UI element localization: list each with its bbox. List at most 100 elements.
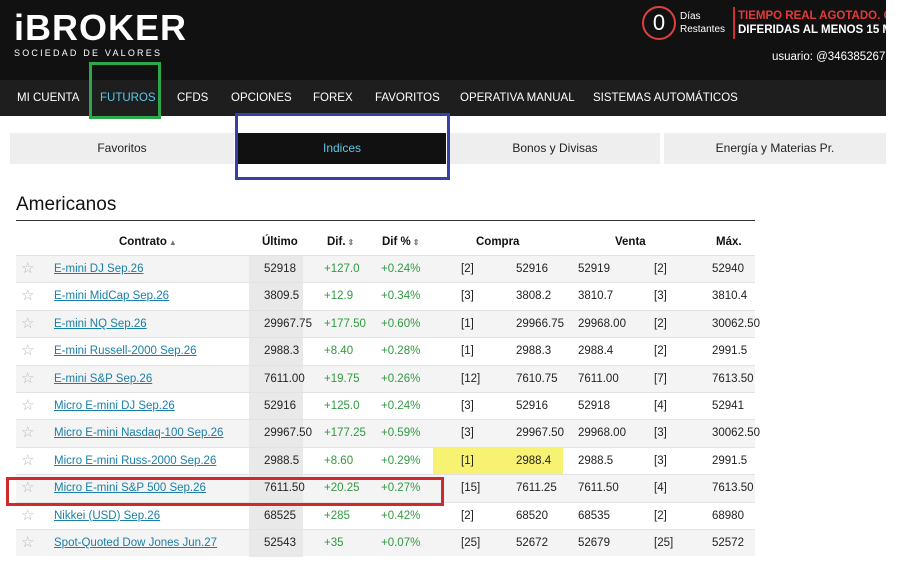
days-counter: 0 <box>642 6 676 40</box>
cell-pct: +0.42% <box>381 509 421 522</box>
contract-link[interactable]: E-mini NQ Sep.26 <box>54 311 147 338</box>
cell-bid: 7610.75 <box>516 372 558 385</box>
col-compra[interactable]: Compra <box>476 229 519 255</box>
cell-bid: 29966.75 <box>516 317 564 330</box>
logo-subtitle: SOCIEDAD DE VALORES <box>14 48 163 58</box>
col-max[interactable]: Máx. <box>716 229 742 255</box>
contract-link[interactable]: Spot-Quoted Dow Jones Jun.27 <box>54 530 217 557</box>
nav-sistemas-automaticos[interactable]: SISTEMAS AUTOMÁTICOS <box>593 80 738 116</box>
col-difpct[interactable]: Dif % ⇕ <box>382 229 419 255</box>
days-label-line-2: Restantes <box>680 24 726 35</box>
cell-max: 52572 <box>712 536 744 549</box>
favorite-star-icon[interactable]: ☆ <box>21 425 34 441</box>
contract-link[interactable]: Nikkei (USD) Sep.26 <box>54 503 160 530</box>
tab-favoritos[interactable]: Favoritos <box>10 133 234 164</box>
cell-aq: [2] <box>654 263 667 275</box>
favorite-star-icon[interactable]: ☆ <box>21 261 34 277</box>
favorite-star-icon[interactable]: ☆ <box>21 288 34 304</box>
table-body: ☆ E-mini DJ Sep.26 52918 +127.0 +0.24% [2] 529… <box>16 255 760 557</box>
cell-ask: 2988.5 <box>578 454 614 467</box>
cell-dif: +285 <box>324 509 350 522</box>
cell-last: 29967.50 <box>264 427 312 440</box>
nav-operativa-manual[interactable]: OPERATIVA MANUAL <box>460 80 575 116</box>
cell-bid: 29967.50 <box>516 427 564 440</box>
col-contrato[interactable]: Contrato ▲ <box>119 229 177 255</box>
favorite-star-icon[interactable]: ☆ <box>21 397 34 414</box>
nav-forex[interactable]: FOREX <box>313 80 353 116</box>
favorite-star-icon[interactable]: ☆ <box>21 343 34 359</box>
cell-aq: [3] <box>654 454 667 467</box>
cell-pct: +0.24% <box>381 399 421 412</box>
realtime-notice-line-1: TIEMPO REAL AGOTADO. C <box>738 10 886 22</box>
favorite-star-icon[interactable]: ☆ <box>21 534 34 551</box>
contract-link[interactable]: Micro E-mini DJ Sep.26 <box>54 393 175 420</box>
cell-aq: [2] <box>654 317 667 330</box>
cell-max: 3810.4 <box>712 290 748 303</box>
table-row[interactable]: ☆ E-mini Russell-2000 Sep.26 2988.3 +8.40 +0… <box>16 337 755 366</box>
favorite-star-icon[interactable]: ☆ <box>21 507 34 524</box>
col-venta[interactable]: Venta <box>615 229 646 255</box>
nav-favoritos[interactable]: FAVORITOS <box>375 80 440 116</box>
cell-aq: [7] <box>654 372 667 385</box>
cell-bq: [3] <box>461 427 474 440</box>
logo[interactable]: iBROKER SOCIEDAD DE VALORES <box>14 10 187 59</box>
cell-last: 68525 <box>264 509 296 522</box>
table-row[interactable]: ☆ Spot-Quoted Dow Jones Jun.27 52543 +35 +0.… <box>16 528 755 557</box>
contract-link[interactable]: E-mini MidCap Sep.26 <box>54 283 169 310</box>
favorite-star-icon[interactable]: ☆ <box>21 370 34 387</box>
table-header: Contrato ▲ Último Dif. ⇕ Dif % ⇕ Compra Ven… <box>16 229 755 255</box>
cell-bq: [2] <box>461 509 474 522</box>
table-row[interactable]: ☆ E-mini S&P Sep.26 7611.00 +19.75 +0.26% [12… <box>16 364 755 393</box>
cell-bq: [1] <box>461 454 474 467</box>
favorite-star-icon[interactable]: ☆ <box>21 315 34 332</box>
cell-last: 2988.5 <box>264 454 300 467</box>
cell-ask: 52919 <box>578 263 610 275</box>
contract-link[interactable]: E-mini S&P Sep.26 <box>54 366 152 393</box>
cell-dif: +8.60 <box>324 454 354 467</box>
table-row[interactable]: ☆ E-mini DJ Sep.26 52918 +127.0 +0.24% [2] 529… <box>16 255 755 283</box>
table-row[interactable]: ☆ Micro E-mini Russ-2000 Sep.26 2988.5 +8.6… <box>16 446 755 475</box>
highlight-box-indices <box>235 113 450 180</box>
col-ultimo[interactable]: Último <box>262 229 298 255</box>
table-row[interactable]: ☆ Micro E-mini Nasdaq-100 Sep.26 29967.50 +… <box>16 419 760 448</box>
cell-bid: 3808.2 <box>516 290 552 303</box>
divider <box>733 7 736 39</box>
cell-last: 52543 <box>264 536 296 549</box>
favorite-star-icon[interactable]: ☆ <box>21 452 34 469</box>
cell-pct: +0.29% <box>381 454 421 467</box>
table-row[interactable]: ☆ Micro E-mini DJ Sep.26 52916 +125.0 +0.24%… <box>16 391 755 420</box>
cell-bid: 52672 <box>516 536 548 549</box>
cell-pct: +0.60% <box>381 317 421 330</box>
table-row[interactable]: ☆ E-mini MidCap Sep.26 3809.5 +12.9 +0.34% [3… <box>16 282 755 311</box>
cell-pct: +0.59% <box>381 427 421 440</box>
cell-max: 2991.5 <box>712 454 748 467</box>
cell-last: 29967.75 <box>264 317 312 330</box>
page: iBROKER SOCIEDAD DE VALORES 0 Días Resta… <box>0 0 900 570</box>
cell-aq: [25] <box>654 536 674 549</box>
cell-dif: +19.75 <box>324 372 360 385</box>
col-dif[interactable]: Dif. ⇕ <box>327 229 354 255</box>
cell-pct: +0.07% <box>381 536 421 549</box>
cell-ask: 52679 <box>578 536 610 549</box>
cell-bq: [1] <box>461 345 474 358</box>
cell-ask: 29968.00 <box>578 427 626 440</box>
cell-ask: 3810.7 <box>578 290 614 303</box>
contract-link[interactable]: Micro E-mini Russ-2000 Sep.26 <box>54 448 216 475</box>
nav-cfds[interactable]: CFDS <box>177 80 208 116</box>
cell-aq: [2] <box>654 509 667 522</box>
contract-link[interactable]: Micro E-mini Nasdaq-100 Sep.26 <box>54 420 223 447</box>
cell-pct: +0.26% <box>381 372 421 385</box>
cell-last: 52916 <box>264 399 296 412</box>
cell-max: 68980 <box>712 509 744 522</box>
cell-ask: 7611.50 <box>578 482 619 495</box>
contract-link[interactable]: E-mini DJ Sep.26 <box>54 256 143 283</box>
tab-energia-y-materias[interactable]: Energía y Materias Pr. <box>664 133 886 164</box>
cell-dif: +177.25 <box>324 427 366 440</box>
contract-link[interactable]: E-mini Russell-2000 Sep.26 <box>54 338 197 365</box>
cell-aq: [4] <box>654 482 667 495</box>
nav-opciones[interactable]: OPCIONES <box>231 80 292 116</box>
table-row[interactable]: ☆ E-mini NQ Sep.26 29967.75 +177.50 +0.60% [1… <box>16 309 760 338</box>
nav-mi-cuenta[interactable]: MI CUENTA <box>17 80 79 116</box>
cell-bq: [15] <box>461 482 481 495</box>
tab-bonos-y-divisas[interactable]: Bonos y Divisas <box>450 133 660 164</box>
